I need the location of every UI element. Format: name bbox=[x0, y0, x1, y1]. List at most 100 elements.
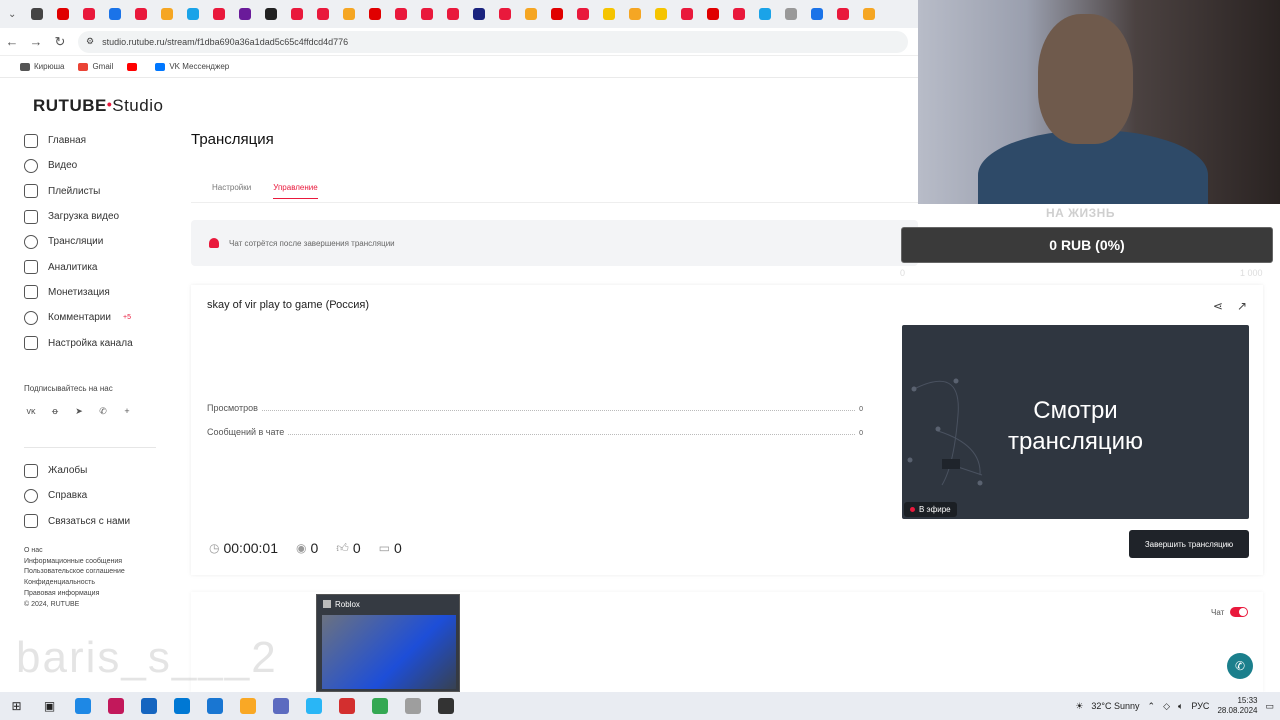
browser-tab[interactable] bbox=[648, 0, 674, 28]
sidebar-item[interactable]: Видео bbox=[24, 153, 174, 178]
chat-switch[interactable] bbox=[1230, 607, 1249, 617]
reload-icon[interactable]: ↻ bbox=[48, 34, 72, 50]
browser-tab[interactable] bbox=[856, 0, 882, 28]
browser-tab[interactable] bbox=[544, 0, 570, 28]
browser-tab[interactable] bbox=[206, 0, 232, 28]
external-link-icon[interactable]: ↗ bbox=[1237, 299, 1247, 313]
ok-icon[interactable]: ꝋ bbox=[48, 404, 62, 418]
chat-toggle[interactable]: Чат bbox=[1211, 607, 1249, 617]
browser-tab[interactable] bbox=[518, 0, 544, 28]
sidebar-item[interactable]: Главная bbox=[24, 128, 174, 153]
browser-tab[interactable] bbox=[804, 0, 830, 28]
sidebar-item[interactable]: Справка bbox=[24, 483, 174, 508]
sidebar-item[interactable]: Трансляции bbox=[24, 229, 174, 254]
notifications-icon[interactable]: ▭ bbox=[1265, 701, 1274, 712]
back-icon[interactable]: ← bbox=[0, 34, 24, 49]
bookmark-item[interactable]: Кирюша bbox=[20, 62, 64, 71]
share-icon[interactable]: ⋖ bbox=[1213, 299, 1223, 313]
footer-link[interactable]: Пользовательское соглашение bbox=[24, 567, 125, 578]
sidebar-item[interactable]: Настройка канала bbox=[24, 330, 174, 355]
browser-tab[interactable] bbox=[570, 0, 596, 28]
dislikes-count: 0 bbox=[393, 540, 402, 556]
browser-tab[interactable] bbox=[492, 0, 518, 28]
taskbar-app[interactable] bbox=[264, 692, 297, 720]
browser-tab[interactable] bbox=[440, 0, 466, 28]
taskbar-app[interactable] bbox=[231, 692, 264, 720]
site-info-icon[interactable]: ⚙ bbox=[86, 36, 94, 47]
taskbar-app[interactable] bbox=[363, 692, 396, 720]
browser-tab[interactable] bbox=[310, 0, 336, 28]
browser-tab[interactable] bbox=[50, 0, 76, 28]
browser-tab[interactable] bbox=[284, 0, 310, 28]
browser-tab[interactable] bbox=[232, 0, 258, 28]
taskbar-app[interactable] bbox=[132, 692, 165, 720]
taskbar-app[interactable] bbox=[429, 692, 462, 720]
url-field[interactable]: ⚙ studio.rutube.ru/stream/f1dba690a36a1d… bbox=[78, 30, 908, 53]
telegram-icon[interactable]: ➤ bbox=[72, 404, 86, 418]
sidebar-item[interactable]: Загрузка видео bbox=[24, 204, 174, 229]
browser-tab[interactable] bbox=[414, 0, 440, 28]
sidebar-item[interactable]: Жалобы bbox=[24, 458, 174, 483]
tray-chevron-icon[interactable]: ⌃ bbox=[1148, 701, 1156, 712]
taskbar-app[interactable] bbox=[165, 692, 198, 720]
plus-icon[interactable]: + bbox=[120, 404, 134, 418]
clock[interactable]: 15:33 28.08.2024 bbox=[1217, 696, 1257, 716]
taskbar-app[interactable] bbox=[396, 692, 429, 720]
browser-tab[interactable] bbox=[388, 0, 414, 28]
browser-tab[interactable] bbox=[596, 0, 622, 28]
weather-icon[interactable]: ☀ bbox=[1075, 701, 1083, 712]
sidebar-item[interactable]: Комментарии +5 bbox=[24, 305, 174, 330]
browser-tab[interactable] bbox=[102, 0, 128, 28]
taskbar-window-preview[interactable]: Roblox bbox=[316, 594, 460, 692]
support-chat-icon[interactable]: ✆ bbox=[1227, 653, 1253, 679]
task-view-icon[interactable]: ▣ bbox=[33, 692, 66, 720]
forward-icon[interactable]: → bbox=[24, 34, 48, 49]
stream-preview[interactable]: Смотри трансляцию В эфире bbox=[902, 325, 1249, 519]
tab-settings[interactable]: Настройки bbox=[212, 183, 251, 192]
sidebar-item[interactable]: Аналитика bbox=[24, 254, 174, 279]
viber-icon[interactable]: ✆ bbox=[96, 404, 110, 418]
browser-tab[interactable] bbox=[700, 0, 726, 28]
browser-tab[interactable] bbox=[258, 0, 284, 28]
browser-tab[interactable] bbox=[76, 0, 102, 28]
end-stream-button[interactable]: Завершить трансляцию bbox=[1129, 530, 1249, 558]
taskbar-app[interactable] bbox=[99, 692, 132, 720]
rutube-studio-logo[interactable]: RUTUBE•Studio bbox=[33, 96, 163, 116]
browser-tab[interactable] bbox=[674, 0, 700, 28]
taskbar-app[interactable] bbox=[330, 692, 363, 720]
browser-tab[interactable] bbox=[336, 0, 362, 28]
footer-link[interactable]: Информационные сообщения bbox=[24, 557, 125, 568]
footer-link[interactable]: Конфиденциальность bbox=[24, 578, 125, 589]
language-indicator[interactable]: РУС bbox=[1191, 701, 1209, 711]
footer-link[interactable]: О нас bbox=[24, 546, 125, 557]
browser-tab[interactable] bbox=[154, 0, 180, 28]
browser-tab[interactable] bbox=[622, 0, 648, 28]
browser-tab[interactable] bbox=[362, 0, 388, 28]
sidebar-item[interactable]: Монетизация bbox=[24, 280, 174, 305]
browser-tab[interactable] bbox=[24, 0, 50, 28]
browser-tab[interactable] bbox=[830, 0, 856, 28]
start-icon[interactable]: ⊞ bbox=[0, 692, 33, 720]
volume-icon[interactable]: 🔈︎ bbox=[1178, 701, 1183, 712]
browser-tab[interactable] bbox=[778, 0, 804, 28]
taskbar-app[interactable] bbox=[198, 692, 231, 720]
stat-messages-value: 0 bbox=[859, 430, 863, 437]
tab-list-chevron-icon[interactable]: ⌄ bbox=[8, 9, 24, 20]
sidebar-item[interactable]: Связаться с нами bbox=[24, 509, 174, 534]
bookmark-item[interactable]: Gmail bbox=[78, 62, 113, 71]
vk-icon[interactable]: ᴠᴋ bbox=[24, 404, 38, 418]
taskbar-app[interactable] bbox=[297, 692, 330, 720]
weather-text[interactable]: 32°C Sunny bbox=[1091, 701, 1139, 711]
browser-tab[interactable] bbox=[466, 0, 492, 28]
browser-tab[interactable] bbox=[128, 0, 154, 28]
browser-tab[interactable] bbox=[726, 0, 752, 28]
network-icon[interactable]: ◇ bbox=[1163, 701, 1170, 712]
bookmark-item[interactable] bbox=[127, 62, 141, 71]
sidebar-item[interactable]: Плейлисты bbox=[24, 179, 174, 204]
footer-link[interactable]: Правовая информация bbox=[24, 589, 125, 600]
browser-tab[interactable] bbox=[752, 0, 778, 28]
taskbar-app[interactable] bbox=[66, 692, 99, 720]
bookmark-item[interactable]: VK Мессенджер bbox=[155, 62, 229, 71]
tab-management[interactable]: Управление bbox=[273, 183, 318, 199]
browser-tab[interactable] bbox=[180, 0, 206, 28]
